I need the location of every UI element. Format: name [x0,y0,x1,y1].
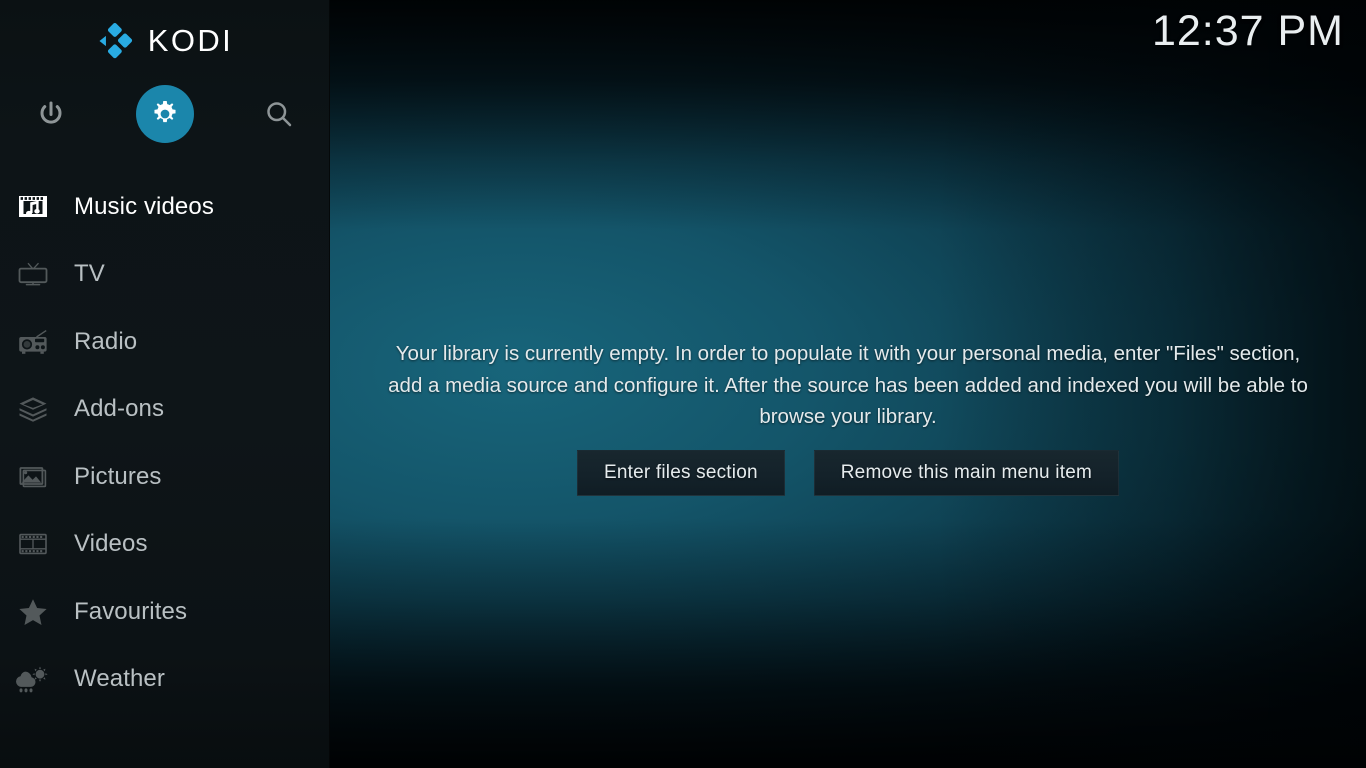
sidebar-item-label: Music videos [74,192,214,220]
music-video-icon [12,190,54,224]
kodi-home-screen: 12:37 PM Your library is currently empty… [0,0,1366,768]
sidebar-item-weather[interactable]: Weather [0,646,330,714]
kodi-logo-icon [99,23,132,59]
kodi-logo: KODI [0,14,330,68]
search-icon [267,102,292,127]
main-content-area: 12:37 PM Your library is currently empty… [330,0,1366,768]
sidebar-item-label: TV [74,260,105,288]
power-icon [40,101,62,124]
sidebar-item-label: Videos [74,530,148,558]
settings-button[interactable] [136,85,194,143]
sidebar-item-pictures[interactable]: Pictures [0,443,330,511]
enter-files-section-button[interactable]: Enter files section [576,449,785,496]
sidebar-item-music-videos[interactable]: Music videos [0,173,330,241]
search-button[interactable] [250,85,308,143]
sidebar-item-favourites[interactable]: Favourites [0,578,330,646]
gear-icon [154,101,176,123]
sidebar: KODI Music videos TV Radio Add-ons Pictu… [0,0,330,768]
empty-library-message: Your library is currently empty. In orde… [388,342,1308,428]
sidebar-item-label: Add-ons [74,395,165,423]
weather-icon [12,662,54,696]
sidebar-item-label: Weather [74,665,165,693]
sidebar-item-tv[interactable]: TV [0,241,330,309]
sidebar-item-label: Radio [74,327,138,355]
sidebar-top-icons [0,85,330,145]
tv-icon [12,257,54,291]
kodi-wordmark: KODI [147,23,234,58]
sidebar-item-label: Pictures [74,462,162,490]
main-menu: Music videos TV Radio Add-ons Pictures V… [0,173,330,713]
sidebar-item-radio[interactable]: Radio [0,308,330,376]
star-icon [12,595,54,629]
pictures-icon [12,460,54,494]
radio-icon [12,325,54,359]
empty-library-actions: Enter files section Remove this main men… [330,449,1366,496]
power-button[interactable] [22,85,80,143]
sidebar-item-label: Favourites [74,597,188,625]
videos-icon [12,527,54,561]
sidebar-item-add-ons[interactable]: Add-ons [0,376,330,444]
addons-icon [12,392,54,426]
sidebar-item-videos[interactable]: Videos [0,511,330,579]
empty-library-panel: Your library is currently empty. In orde… [330,338,1366,496]
remove-main-menu-item-button[interactable]: Remove this main menu item [813,449,1119,496]
clock: 12:37 PM [1151,7,1344,55]
